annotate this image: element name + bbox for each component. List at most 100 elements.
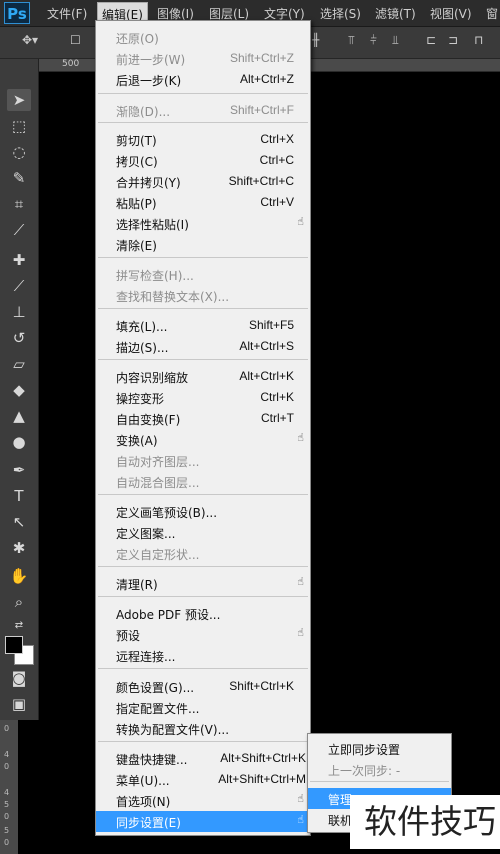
menu-item-label: 还原(O) [116,32,159,46]
lasso-tool-icon[interactable]: ◌ [7,141,31,163]
screen-mode-icon[interactable]: ▣ [7,693,31,715]
menu-item-label: 自动对齐图层... [116,455,200,469]
edit-menu-item-16[interactable]: 自由变换(F) Ctrl+T [96,408,310,429]
quick-select-tool-icon[interactable]: ✎ [7,167,31,189]
menu-view[interactable]: 视图(V) [430,5,472,22]
shape-tool-icon[interactable]: ✱ [7,537,31,559]
distribute-right-icon[interactable]: ⊓ [474,33,483,47]
edit-menu-item-12[interactable]: 填充(L)... Shift+F5 [96,315,310,336]
edit-menu-item-33[interactable]: 同步设置(E) ☝ [96,811,310,832]
sync-submenu-item-1: 上一次同步: - [308,759,451,780]
align-icon[interactable]: ╫ [312,33,319,47]
ruler-tick: 5 [4,826,10,835]
edit-menu-item-9[interactable]: 清除(E) [96,234,310,255]
menu-item-label: 颜色设置(G)... [116,681,195,695]
edit-menu: 还原(O) 前进一步(W) Shift+Ctrl+Z 后退一步(K) Alt+Ctrl+… [95,20,311,836]
menu-item-shortcut: Shift+Ctrl+F [229,103,294,117]
move-tool-icon[interactable]: ➤ [7,89,31,111]
sync-submenu-item-0[interactable]: 立即同步设置 [308,738,451,759]
menu-item-shortcut: Shift+Ctrl+C [228,174,294,188]
menu-select[interactable]: 选择(S) [320,5,361,22]
edit-menu-item-7[interactable]: 粘贴(P) Ctrl+V [96,192,310,213]
stamp-tool-icon[interactable]: ⊥ [7,301,31,323]
tools-panel: ➤ ⬚ ◌ ✎ ⌗ ⟋ ✚ ⟋ ⊥ ↺ ▱ ◆ ▲ ● ✒ T ↖ ✱ ✋ ⌕ … [0,59,39,720]
edit-menu-item-21[interactable]: 定义图案... [96,522,310,543]
menu-separator [98,668,308,669]
edit-menu-item-32[interactable]: 首选项(N) ☝ [96,790,310,811]
align-bottom-icon[interactable]: ⫫ [392,33,399,48]
marquee-tool-icon[interactable]: ⬚ [7,115,31,137]
auto-select-checkbox[interactable]: ☐ [70,33,81,47]
menu-item-shortcut: Ctrl+C [259,153,294,167]
edit-menu-item-28[interactable]: 指定配置文件... [96,697,310,718]
edit-menu-item-27[interactable]: 颜色设置(G)... Shift+Ctrl+K [96,676,310,697]
eyedropper-tool-icon[interactable]: ⟋ [7,219,31,241]
menu-item-label: 远程连接... [116,650,176,664]
menu-item-label: 定义画笔预设(B)... [116,506,218,520]
type-tool-icon[interactable]: T [7,485,31,507]
menu-item-label: 操控变形 [116,392,165,406]
move-tool-icon[interactable]: ✥▾ [22,33,38,47]
edit-menu-item-18: 自动对齐图层... [96,450,310,471]
edit-menu-item-0: 还原(O) [96,27,310,48]
edit-menu-item-22: 定义自定形状... [96,543,310,564]
edit-menu-item-25[interactable]: 预设 ☝ [96,624,310,645]
menu-item-label: 上一次同步: - [328,764,401,778]
ruler-tick: 0 [4,762,10,771]
paint-bucket-icon[interactable]: ◆ [7,379,31,401]
menu-filter[interactable]: 滤镜(T) [375,5,416,22]
pen-tool-icon[interactable]: ✒ [7,459,31,481]
edit-menu-item-30[interactable]: 键盘快捷键... Alt+Shift+Ctrl+K [96,748,310,769]
hand-tool-icon[interactable]: ✋ [7,565,31,587]
edit-menu-item-13[interactable]: 描边(S)... Alt+Ctrl+S [96,336,310,357]
photoshop-logo: Ps [4,2,30,24]
swap-colors-icon[interactable]: ⇄ [7,615,31,637]
distribute-left-icon[interactable]: ⊏ [426,33,436,47]
edit-menu-item-17[interactable]: 变换(A) ☝ [96,429,310,450]
brush-tool-icon[interactable]: ⟋ [7,275,31,297]
edit-menu-item-24[interactable]: Adobe PDF 预设... [96,603,310,624]
edit-menu-item-29[interactable]: 转换为配置文件(V)... [96,718,310,739]
menu-window[interactable]: 窗 [486,5,498,22]
edit-menu-item-2[interactable]: 后退一步(K) Alt+Ctrl+Z [96,69,310,90]
edit-menu-item-15[interactable]: 操控变形 Ctrl+K [96,387,310,408]
blur-tool-icon[interactable]: ▲ [7,405,31,427]
foreground-color-swatch[interactable] [5,636,23,654]
align-middle-icon[interactable]: ⫩ [370,33,377,48]
edit-menu-item-5[interactable]: 拷贝(C) Ctrl+C [96,150,310,171]
history-brush-icon[interactable]: ↺ [7,327,31,349]
zoom-tool-icon[interactable]: ⌕ [7,591,31,613]
edit-menu-item-31[interactable]: 菜单(U)... Alt+Shift+Ctrl+M [96,769,310,790]
distribute-center-icon[interactable]: ⊐ [448,33,458,47]
menu-separator [98,93,308,94]
menu-item-shortcut: Alt+Shift+Ctrl+M [218,772,306,786]
menu-item-label: 粘贴(P) [116,197,157,211]
edit-menu-item-4[interactable]: 剪切(T) Ctrl+X [96,129,310,150]
dodge-tool-icon[interactable]: ● [7,431,31,453]
edit-menu-item-20[interactable]: 定义画笔预设(B)... [96,501,310,522]
edit-menu-item-11: 查找和替换文本(X)... [96,285,310,306]
edit-menu-item-14[interactable]: 内容识别缩放 Alt+Ctrl+K [96,366,310,387]
menu-item-label: 清理(R) [116,578,158,592]
quick-mask-icon[interactable]: ◙ [7,667,31,689]
healing-brush-icon[interactable]: ✚ [7,249,31,271]
menu-item-label: 键盘快捷键... [116,753,188,767]
crop-tool-icon[interactable]: ⌗ [7,193,31,215]
vertical-ruler: 0 4 0 4 5 0 5 0 [0,720,18,854]
submenu-pointer-icon: ☝ [297,575,304,588]
menu-item-label: 自由变换(F) [116,413,181,427]
edit-menu-item-8[interactable]: 选择性粘贴(I) ☝ [96,213,310,234]
menu-file[interactable]: 文件(F) [47,5,87,22]
path-select-icon[interactable]: ↖ [7,511,31,533]
menu-item-label: 清除(E) [116,239,157,253]
menu-item-shortcut: Shift+Ctrl+K [229,679,294,693]
edit-menu-item-19: 自动混合图层... [96,471,310,492]
ruler-tick: 0 [4,724,10,733]
edit-menu-item-23[interactable]: 清理(R) ☝ [96,573,310,594]
edit-menu-item-26[interactable]: 远程连接... [96,645,310,666]
edit-menu-item-6[interactable]: 合并拷贝(Y) Shift+Ctrl+C [96,171,310,192]
eraser-tool-icon[interactable]: ▱ [7,353,31,375]
align-top-icon[interactable]: ⫪ [348,33,355,48]
menu-item-label: 填充(L)... [116,320,168,334]
menu-item-label: 描边(S)... [116,341,169,355]
